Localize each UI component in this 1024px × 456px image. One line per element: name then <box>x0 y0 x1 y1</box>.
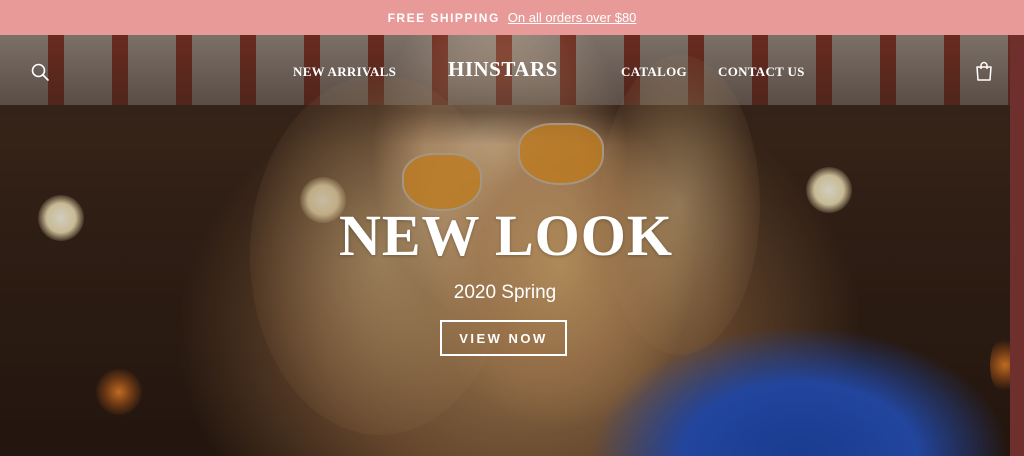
site-header: NEW ARRIVALS HINSTARS CATALOG CONTACT US <box>0 35 1024 109</box>
search-icon[interactable] <box>30 62 50 82</box>
nav-catalog[interactable]: CATALOG <box>621 64 687 80</box>
nav-new-arrivals[interactable]: NEW ARRIVALS <box>293 64 396 80</box>
announcement-bar: FREE SHIPPING On all orders over $80 <box>0 0 1024 35</box>
announcement-link[interactable]: On all orders over $80 <box>508 10 637 25</box>
nav-contact-us[interactable]: CONTACT US <box>718 64 805 80</box>
view-now-button[interactable]: VIEW NOW <box>440 320 567 356</box>
hero-headline: NEW LOOK <box>338 203 674 268</box>
shopping-bag-icon[interactable] <box>973 60 995 82</box>
site-logo[interactable]: HINSTARS <box>448 57 558 82</box>
hero-subheadline: 2020 Spring <box>453 282 557 303</box>
announcement-label: FREE SHIPPING <box>387 10 500 25</box>
